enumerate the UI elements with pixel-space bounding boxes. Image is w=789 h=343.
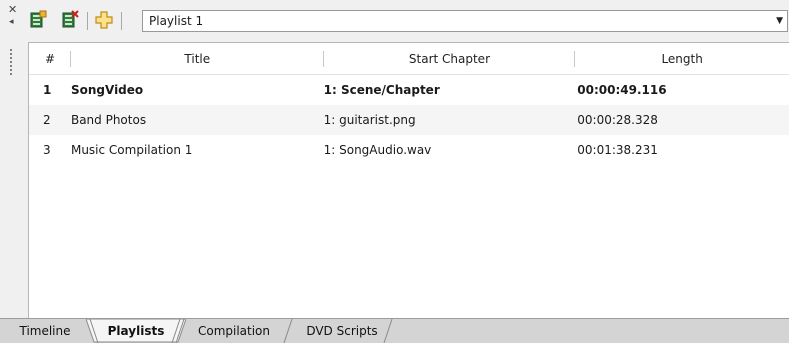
row-number: 1 xyxy=(43,83,52,97)
table-row[interactable]: 3 Music Compilation 1 1: SongAudio.wav 0… xyxy=(29,135,789,165)
row-title: Music Compilation 1 xyxy=(70,143,193,157)
playlist-remove-icon[interactable] xyxy=(60,9,80,31)
toolbar-separator xyxy=(87,12,88,30)
table-header: # Title Start Chapter Length xyxy=(29,43,789,75)
close-icon[interactable]: ✕ xyxy=(8,4,17,15)
row-title: SongVideo xyxy=(70,83,144,97)
column-header-number[interactable]: # xyxy=(29,43,71,74)
column-header-start-chapter[interactable]: Start Chapter xyxy=(324,43,576,74)
row-start-chapter: 1: guitarist.png xyxy=(323,113,416,127)
column-header-title[interactable]: Title xyxy=(71,43,324,74)
row-length: 00:00:28.328 xyxy=(577,113,658,127)
playlist-select[interactable]: Playlist 1 ▼ xyxy=(142,10,788,32)
drag-handle-icon[interactable] xyxy=(9,48,13,76)
window-side-grip: ✕ ◂ xyxy=(0,0,22,318)
row-length: 00:00:49.116 xyxy=(577,83,667,97)
toolbar: Playlist 1 ▼ xyxy=(22,0,789,42)
playlist-select-value: Playlist 1 xyxy=(149,14,204,28)
window-tab-strip: Timeline Playlists Compilation DVD Scrip… xyxy=(0,318,789,343)
add-item-icon[interactable] xyxy=(94,9,114,31)
row-length: 00:01:38.231 xyxy=(577,143,658,157)
row-title: Band Photos xyxy=(70,113,147,127)
row-number: 2 xyxy=(43,113,51,127)
row-number: 3 xyxy=(43,143,51,157)
chevron-down-icon[interactable]: ▼ xyxy=(776,16,783,26)
row-start-chapter: 1: SongAudio.wav xyxy=(323,143,432,157)
playlist-table: # Title Start Chapter Length 1 SongVideo… xyxy=(28,42,789,318)
table-row[interactable]: 2 Band Photos 1: guitarist.png 00:00:28.… xyxy=(29,105,789,135)
playlist-add-icon[interactable] xyxy=(28,9,48,31)
tab-dividers xyxy=(89,319,393,343)
pin-icon[interactable]: ◂ xyxy=(9,18,14,27)
row-start-chapter: 1: Scene/Chapter xyxy=(323,83,440,97)
table-row[interactable]: 1 SongVideo 1: Scene/Chapter 00:00:49.11… xyxy=(29,75,789,105)
column-header-length[interactable]: Length xyxy=(575,43,789,74)
toolbar-separator xyxy=(121,12,122,30)
